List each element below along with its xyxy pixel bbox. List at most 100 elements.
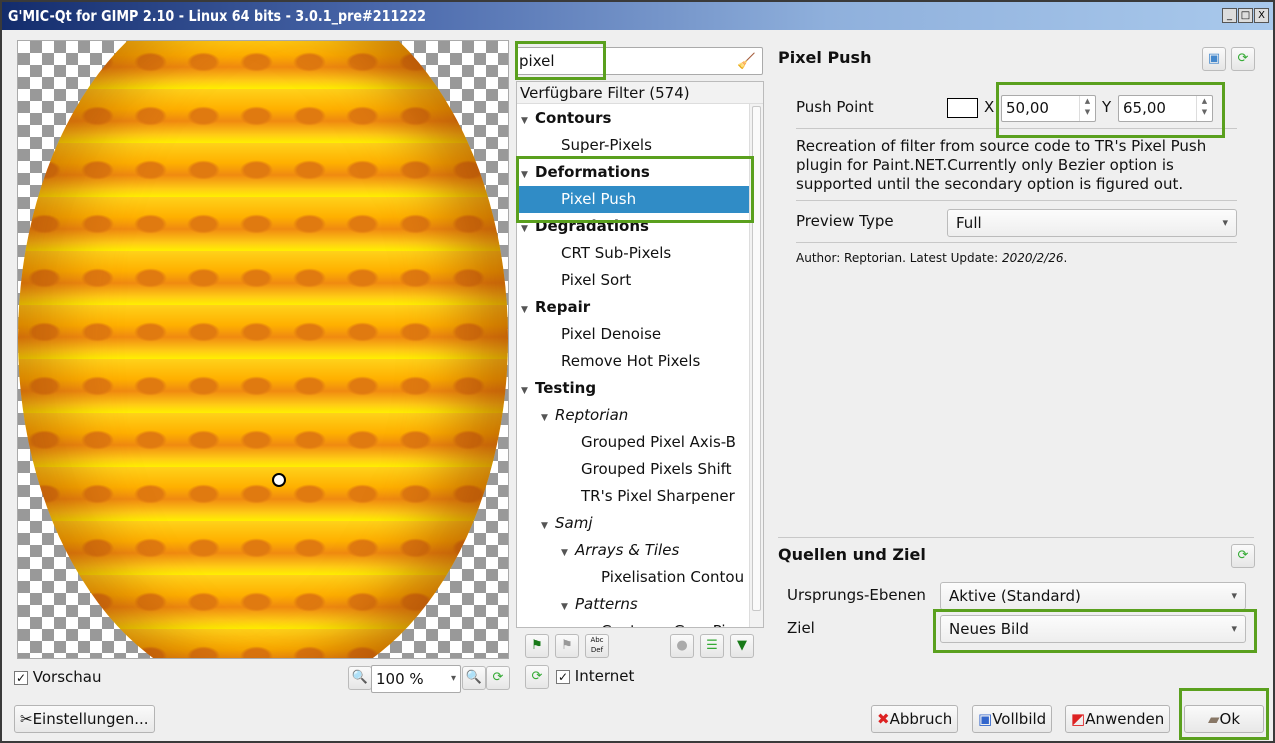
target-label: Ziel [787,619,815,637]
expand-arrow-icon[interactable]: ▼ [541,405,555,432]
source-select[interactable]: Aktive (Standard) [940,582,1246,610]
maximize-button[interactable]: □ [1238,8,1253,23]
filter-item[interactable]: Remove Hot Pixels [517,348,749,375]
apply-label: Anwenden [1085,710,1165,728]
preview-toggle[interactable]: ✓ Vorschau [14,668,102,686]
filter-item-label: Super-Pixels [561,136,652,154]
expand-arrow-icon[interactable]: ▼ [521,297,535,324]
add-favorite-icon[interactable]: ⚑ [525,634,549,658]
folder-item[interactable]: ▼ Contours [517,105,749,132]
settings-button[interactable]: ✂Einstellungen... [14,705,155,733]
preview-type-value: Full [956,214,982,232]
folder-item[interactable]: ▼ Patterns [517,591,749,618]
filter-item[interactable]: Pixelisation Contou [517,564,749,591]
filter-item-label: Arrays & Tiles [575,541,680,559]
filter-item-label: Patterns [575,595,638,613]
layout-icon[interactable]: ▣ [1202,47,1226,71]
filter-item[interactable]: Pixel Sort [517,267,749,294]
expand-arrow-icon[interactable]: ▼ [521,108,535,135]
preview-checkbox[interactable]: ✓ [14,670,28,685]
filter-item-label: Repair [535,298,591,316]
filter-item[interactable]: Contours Gros Pixe [517,618,749,627]
filter-item[interactable]: Grouped Pixels Shift [517,456,749,483]
filter-item-label: Contours [535,109,612,127]
folder-item[interactable]: ▼ Samj [517,510,749,537]
io-title: Quellen und Ziel [778,545,926,564]
filter-item-label: Grouped Pixel Axis-B [581,433,736,451]
rename-favorite-icon[interactable]: Abc Def [585,634,609,658]
folder-item[interactable]: ▼ Reptorian [517,402,749,429]
cancel-button[interactable]: ✖Abbruch [871,705,959,733]
reset-io-icon[interactable]: ⟳ [1231,544,1255,568]
zoom-out-icon[interactable]: 🔍 [348,666,372,690]
close-button[interactable]: X [1254,8,1269,23]
visibility-icon[interactable]: ● [670,634,694,658]
zoom-combo[interactable]: 100 % ▾ [371,665,461,693]
filter-item[interactable]: Grouped Pixel Axis-B [517,429,749,456]
author-end: . [1063,251,1068,265]
splitter[interactable] [778,537,1254,538]
internet-label: Internet [574,667,635,685]
filter-item[interactable]: TR's Pixel Sharpener [517,483,749,510]
internet-checkbox[interactable]: ✓ [556,669,570,684]
zoom-value: 100 % [376,670,424,688]
update-date: 2020/2/26 [1001,251,1064,265]
preview-label: Vorschau [32,668,102,686]
filter-item[interactable]: Super-Pixels [517,132,749,159]
highlight-xy [996,82,1225,138]
filter-item-label: Pixel Denoise [561,325,662,343]
expand-arrow-icon[interactable]: ▼ [561,594,575,621]
divider [796,242,1237,243]
filter-description: Recreation of filter from source code to… [796,137,1207,193]
filter-item-label: Samj [555,514,593,532]
filter-item-label: Pixelisation Contou [601,568,745,586]
highlight-filter [516,156,754,223]
preview-type-label: Preview Type [796,212,894,230]
preview-type-select[interactable]: Full [947,209,1237,237]
expand-arrow-icon[interactable]: ▼ [541,513,555,540]
author-text: Author: Reptorian. Latest Update: [796,251,1002,265]
filter-item-label: Reptorian [555,406,629,424]
folder-item[interactable]: ▼ Arrays & Tiles [517,537,749,564]
update-filters-icon[interactable]: ⟳ [525,665,549,689]
source-value: Aktive (Standard) [949,587,1081,605]
expand-arrow-icon[interactable]: ▼ [521,378,535,405]
minimize-button[interactable]: _ [1222,8,1237,23]
filter-item-label: CRT Sub-Pixels [561,244,672,262]
internet-toggle[interactable]: ✓ Internet [556,667,634,685]
author-info: Author: Reptorian. Latest Update: 2020/2… [796,251,1067,265]
folder-item[interactable]: ▼ Testing [517,375,749,402]
push-point-handle[interactable] [272,473,286,487]
filter-item-label: Remove Hot Pixels [561,352,701,370]
cancel-label: Abbruch [889,710,953,728]
filter-item-label: Pixel Sort [561,271,632,289]
preview-canvas[interactable] [17,40,509,659]
highlight-ok [1179,688,1269,740]
apply-button[interactable]: ◩Anwenden [1065,705,1171,733]
refresh-preview-icon[interactable]: ⟳ [486,666,510,690]
select-filters-icon[interactable]: ☰ [700,634,724,658]
cancel-icon: ✖ [877,710,890,728]
divider [796,200,1237,201]
filter-item[interactable]: Pixel Denoise [517,321,749,348]
filter-item-label: Grouped Pixels Shift [581,460,732,478]
filter-item-label: TR's Pixel Sharpener [581,487,735,505]
zoom-in-icon[interactable]: 🔍 [462,666,486,690]
reset-params-icon[interactable]: ⟳ [1231,47,1255,71]
gmic-window: G'MIC-Qt for GIMP 2.10 - Linux 64 bits -… [0,0,1275,743]
highlight-search [515,41,606,80]
expand-arrow-icon[interactable]: ▼ [561,540,575,567]
folder-item[interactable]: ▼ Repair [517,294,749,321]
clear-search-icon[interactable]: 🧹 [737,48,756,74]
fullscreen-label: Vollbild [992,710,1047,728]
fullscreen-icon: ▣ [978,710,993,728]
expand-all-icon[interactable]: ▼ [730,634,754,658]
fullscreen-button[interactable]: ▣Vollbild [972,705,1053,733]
x-label: X [984,98,995,116]
remove-favorite-icon[interactable]: ⚑ [555,634,579,658]
point-color-swatch[interactable] [947,98,978,118]
window-title: G'MIC-Qt for GIMP 2.10 - Linux 64 bits -… [8,7,426,25]
tools-icon: ✂ [20,710,33,728]
filter-item[interactable]: CRT Sub-Pixels [517,240,749,267]
title-bar[interactable]: G'MIC-Qt for GIMP 2.10 - Linux 64 bits -… [2,2,1273,30]
